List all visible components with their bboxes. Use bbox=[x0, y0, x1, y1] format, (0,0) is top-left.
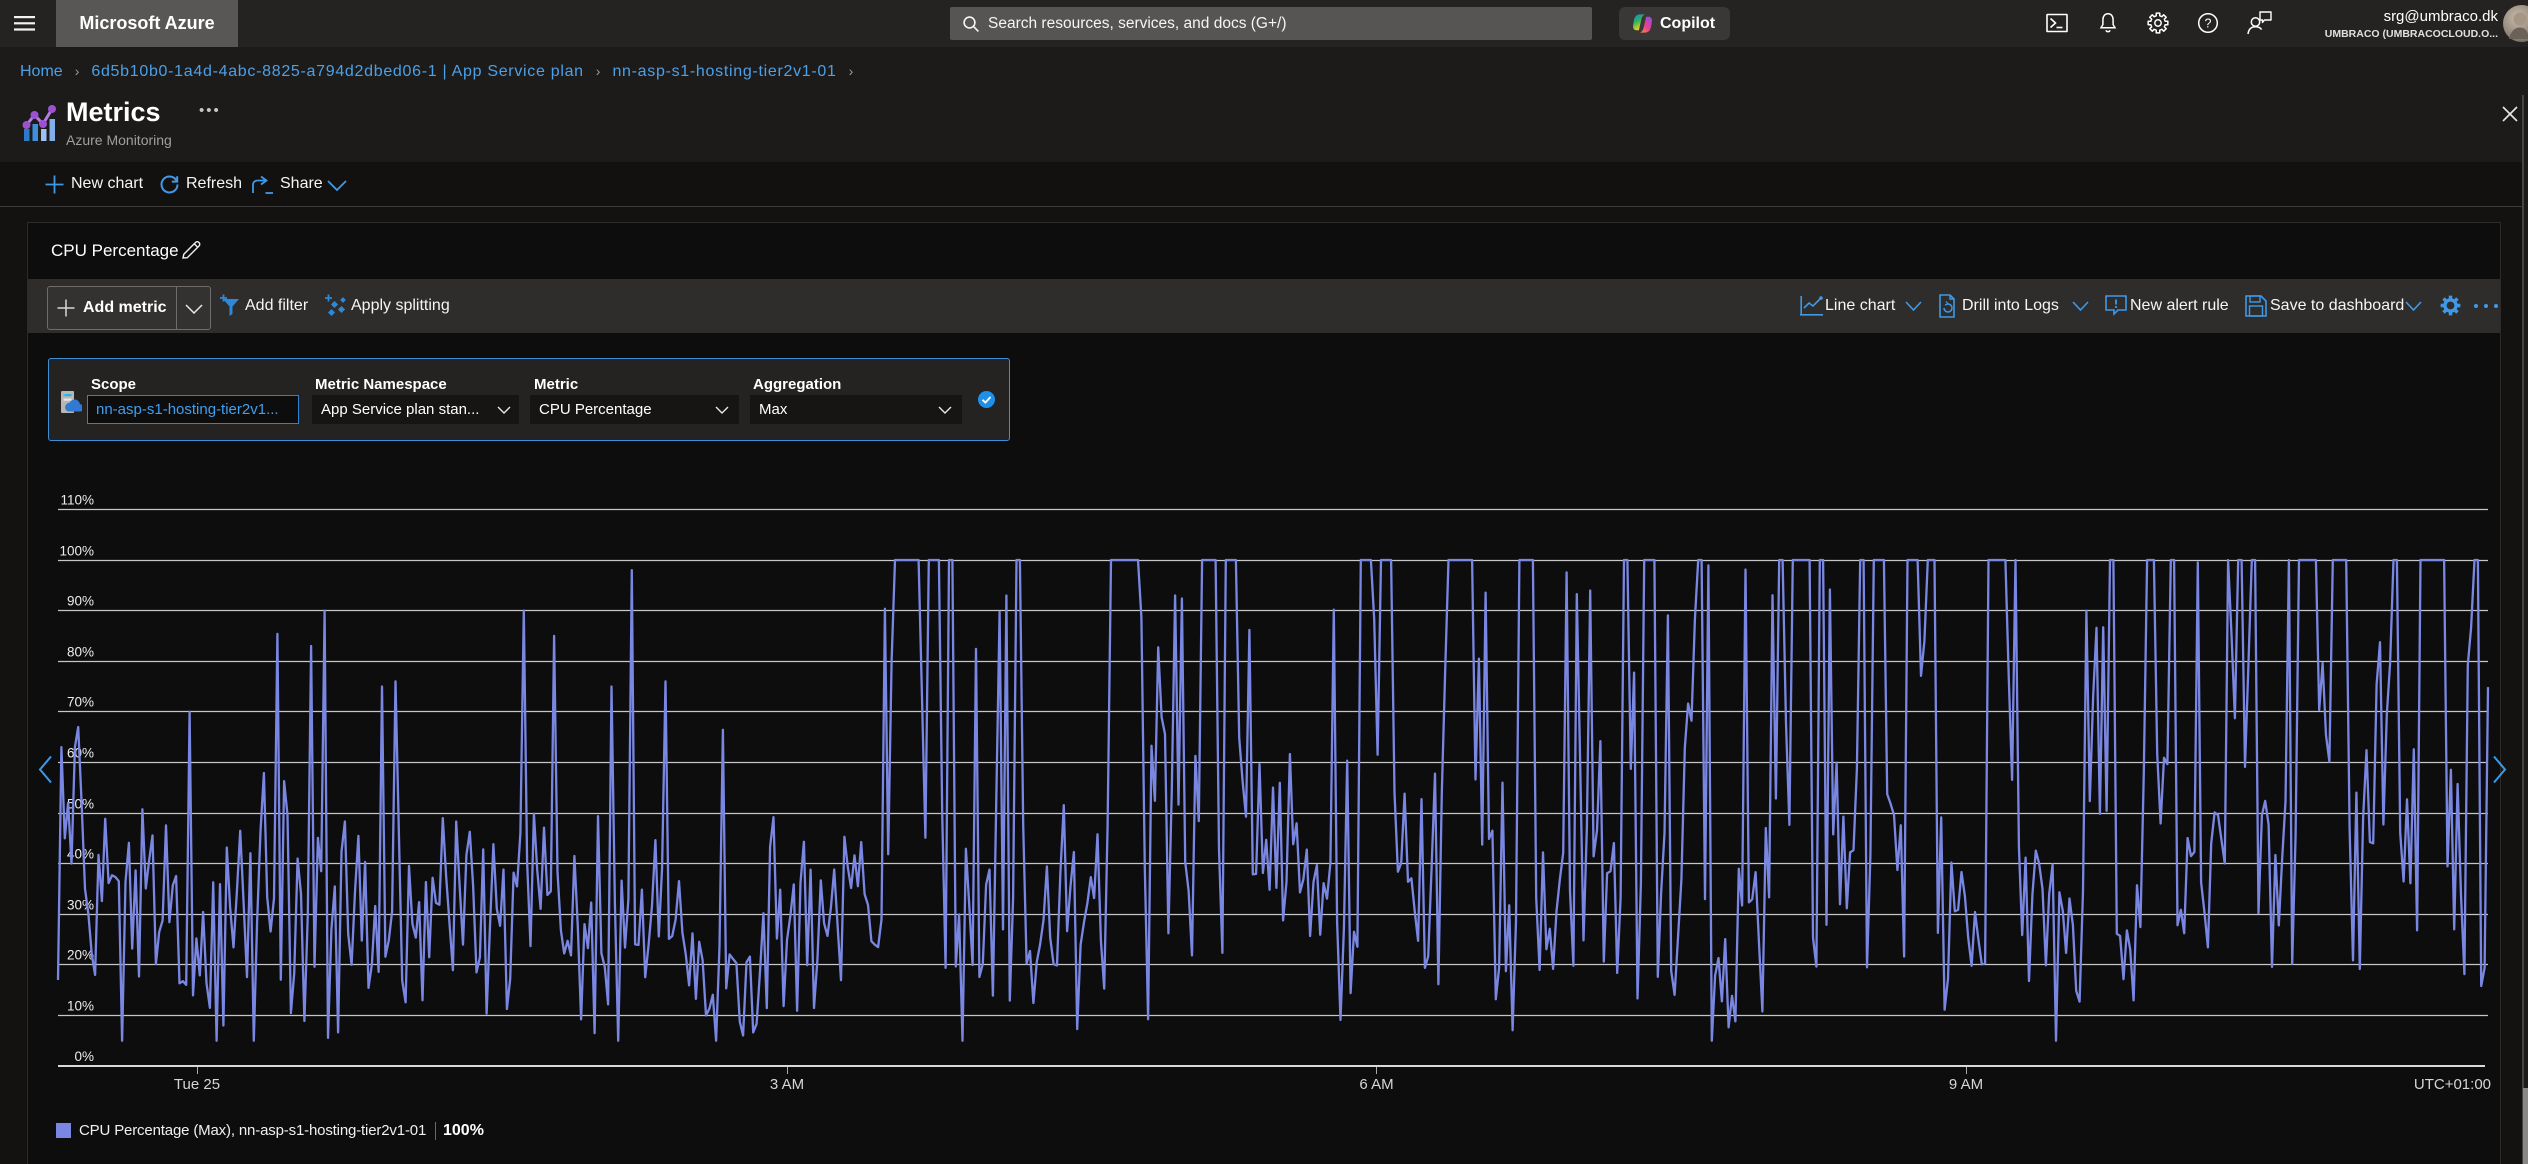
svg-text:80%: 80% bbox=[67, 645, 94, 660]
svg-text:20%: 20% bbox=[67, 948, 94, 963]
svg-text:3 AM: 3 AM bbox=[770, 1076, 804, 1093]
svg-text:Tue 25: Tue 25 bbox=[174, 1076, 220, 1093]
svg-text:100%: 100% bbox=[59, 544, 94, 559]
svg-text:110%: 110% bbox=[60, 493, 94, 508]
svg-text:6 AM: 6 AM bbox=[1359, 1076, 1393, 1093]
svg-text:9 AM: 9 AM bbox=[1949, 1076, 1983, 1093]
svg-text:30%: 30% bbox=[67, 898, 94, 913]
svg-text:90%: 90% bbox=[67, 594, 94, 609]
svg-text:70%: 70% bbox=[67, 695, 94, 710]
svg-text:0%: 0% bbox=[74, 1049, 94, 1064]
svg-text:?: ? bbox=[2205, 17, 2212, 31]
svg-text:UTC+01:00: UTC+01:00 bbox=[2414, 1076, 2491, 1093]
svg-text:10%: 10% bbox=[67, 999, 94, 1014]
